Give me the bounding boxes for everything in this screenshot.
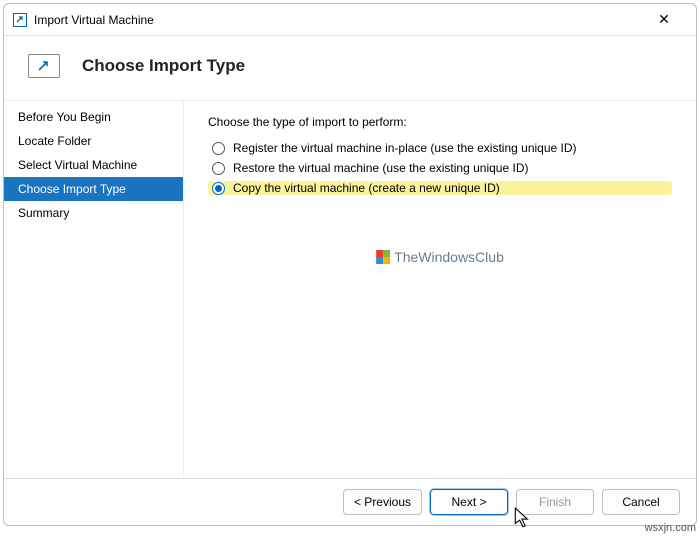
wizard-body: Before You Begin Locate Folder Select Vi…	[4, 101, 696, 478]
header-icon	[28, 54, 60, 78]
sidebar-item-locate-folder[interactable]: Locate Folder	[4, 129, 183, 153]
sidebar-item-before-you-begin[interactable]: Before You Begin	[4, 105, 183, 129]
cancel-button[interactable]: Cancel	[602, 489, 680, 515]
radio-label: Restore the virtual machine (use the exi…	[233, 161, 528, 175]
dialog-window: Import Virtual Machine ✕ Choose Import T…	[3, 3, 697, 526]
sidebar-item-select-virtual-machine[interactable]: Select Virtual Machine	[4, 153, 183, 177]
radio-option-register[interactable]: Register the virtual machine in-place (u…	[208, 141, 672, 155]
wizard-footer: < Previous Next > Finish Cancel	[4, 478, 696, 525]
finish-button: Finish	[516, 489, 594, 515]
titlebar: Import Virtual Machine ✕	[4, 4, 696, 36]
watermark: TheWindowsClub	[376, 249, 504, 265]
page-title: Choose Import Type	[82, 56, 245, 76]
radio-label: Register the virtual machine in-place (u…	[233, 141, 577, 155]
radio-option-copy[interactable]: Copy the virtual machine (create a new u…	[208, 181, 672, 195]
wizard-sidebar: Before You Begin Locate Folder Select Vi…	[4, 101, 184, 478]
window-title: Import Virtual Machine	[34, 13, 642, 27]
wizard-content: Choose the type of import to perform: Re…	[184, 101, 696, 478]
watermark-text: TheWindowsClub	[394, 249, 504, 265]
next-button[interactable]: Next >	[430, 489, 508, 515]
radio-icon	[212, 182, 225, 195]
import-type-radio-group: Register the virtual machine in-place (u…	[208, 141, 672, 195]
radio-option-restore[interactable]: Restore the virtual machine (use the exi…	[208, 161, 672, 175]
radio-icon	[212, 162, 225, 175]
previous-button[interactable]: < Previous	[343, 489, 422, 515]
radio-label: Copy the virtual machine (create a new u…	[233, 181, 500, 195]
close-icon: ✕	[658, 11, 670, 28]
app-icon	[12, 12, 28, 28]
instruction-text: Choose the type of import to perform:	[208, 115, 672, 129]
close-button[interactable]: ✕	[642, 10, 686, 29]
sidebar-item-choose-import-type[interactable]: Choose Import Type	[4, 177, 183, 201]
sidebar-item-summary[interactable]: Summary	[4, 201, 183, 225]
source-caption: wsxjn.com	[645, 522, 696, 534]
watermark-logo-icon	[376, 250, 390, 264]
wizard-header: Choose Import Type	[4, 36, 696, 101]
radio-icon	[212, 142, 225, 155]
